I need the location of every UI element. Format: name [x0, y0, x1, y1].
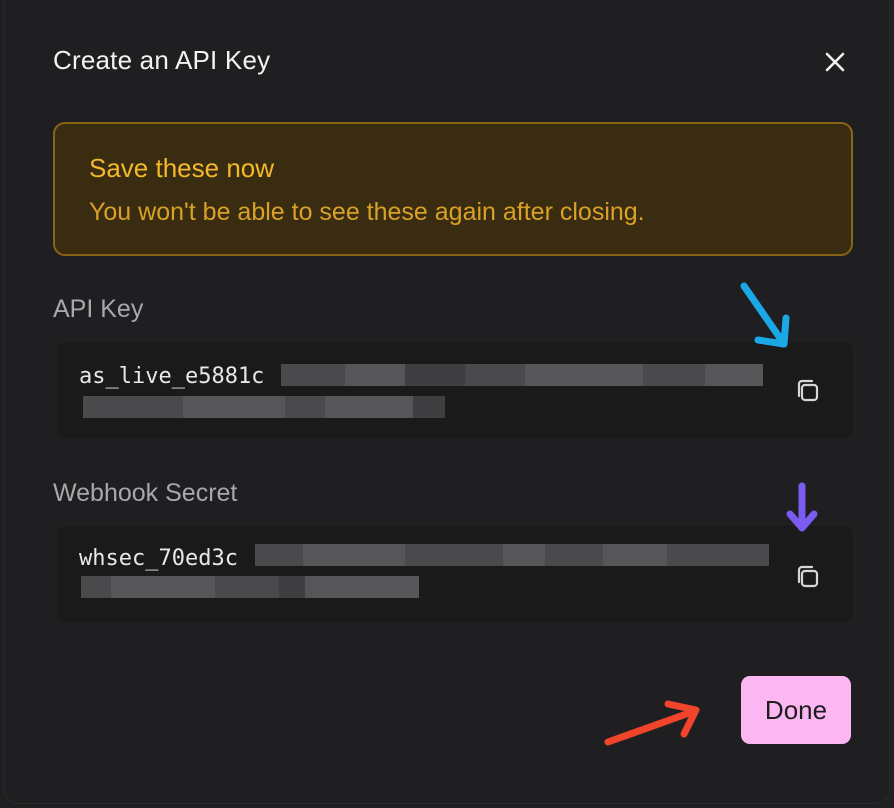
redacted-block — [667, 544, 769, 566]
redacted-block — [303, 544, 405, 566]
copy-icon — [797, 379, 819, 402]
redacted-block — [255, 544, 303, 566]
redacted-block — [183, 396, 285, 418]
redacted-block — [281, 364, 345, 386]
close-button[interactable] — [819, 46, 851, 78]
api-key-label: API Key — [53, 295, 144, 323]
create-api-key-dialog: Create an API Key Save these now You won… — [4, 0, 890, 804]
redacted-block — [545, 544, 603, 566]
redacted-block — [83, 396, 183, 418]
redacted-block — [465, 364, 525, 386]
redacted-block — [603, 544, 667, 566]
red-annotation-arrow-icon — [602, 694, 706, 750]
redacted-block — [405, 364, 465, 386]
redacted-block — [111, 576, 215, 598]
api-key-field[interactable]: as_live_e5881c — [57, 342, 853, 438]
redacted-block — [525, 364, 643, 386]
close-icon — [825, 52, 845, 72]
done-button[interactable]: Done — [741, 676, 851, 744]
redacted-block — [81, 576, 111, 598]
redacted-block — [405, 544, 503, 566]
warning-title: Save these now — [89, 153, 275, 183]
redacted-block — [345, 364, 405, 386]
redacted-block — [215, 576, 279, 598]
warning-message: You won't be able to see these again aft… — [89, 198, 645, 226]
copy-icon — [797, 565, 819, 588]
copy-api-key-button[interactable] — [791, 374, 825, 408]
webhook-secret-value: whsec_70ed3c — [79, 546, 238, 571]
save-warning-banner: Save these now You won't be able to see … — [53, 122, 853, 256]
api-key-value: as_live_e5881c — [79, 364, 265, 389]
redacted-block — [503, 544, 545, 566]
webhook-secret-field[interactable]: whsec_70ed3c — [57, 526, 853, 622]
redacted-block — [413, 396, 445, 418]
blue-annotation-arrow-icon — [736, 280, 796, 350]
redacted-block — [305, 576, 419, 598]
redacted-block — [279, 576, 305, 598]
copy-webhook-secret-button[interactable] — [791, 560, 825, 594]
redacted-block — [705, 364, 763, 386]
redacted-block — [285, 396, 325, 418]
dialog-title: Create an API Key — [53, 45, 271, 75]
redacted-block — [325, 396, 413, 418]
redacted-block — [643, 364, 705, 386]
purple-annotation-arrow-icon — [782, 482, 822, 536]
webhook-secret-label: Webhook Secret — [53, 479, 238, 507]
